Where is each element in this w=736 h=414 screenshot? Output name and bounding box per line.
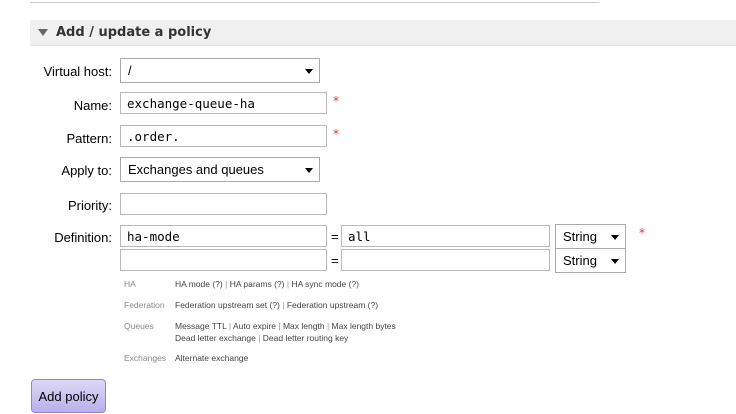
help-link-alternate-exchange[interactable]: Alternate exchange — [175, 353, 248, 363]
help-category-queues: Queues — [124, 321, 154, 331]
help-link-dead-letter-routing-key[interactable]: Dead letter routing key — [263, 333, 349, 343]
separator: | — [282, 300, 285, 310]
help-category-exchanges: Exchanges — [124, 353, 167, 363]
separator: | — [228, 321, 232, 331]
definition-value-input[interactable] — [341, 249, 550, 271]
help-line-queues-1: Message TTL | Auto expire | Max length |… — [175, 321, 396, 331]
help-link-federation-upstream[interactable]: Federation upstream (?) — [287, 300, 378, 310]
vhost-label: Virtual host: — [43, 64, 112, 79]
definition-type-select[interactable]: String — [555, 224, 626, 249]
chevron-down-icon — [611, 259, 619, 264]
section-header-add-policy[interactable]: Add / update a policy — [30, 20, 736, 46]
definition-equals-sign: = — [331, 229, 339, 244]
definition-equals-sign: = — [331, 253, 339, 268]
pattern-required-marker: * — [333, 127, 339, 141]
vhost-select-value: / — [128, 63, 132, 78]
apply-to-label: Apply to: — [61, 163, 112, 178]
priority-input[interactable] — [120, 193, 327, 215]
separator: | — [286, 279, 290, 289]
section-title: Add / update a policy — [56, 25, 212, 40]
definition-type-value: String — [563, 253, 597, 268]
help-category-ha: HA — [124, 279, 136, 289]
separator: | — [278, 321, 281, 331]
definition-required-marker: * — [639, 226, 645, 240]
name-label: Name: — [73, 98, 112, 113]
collapse-triangle-icon[interactable] — [38, 29, 48, 36]
help-link-max-length[interactable]: Max length — [283, 321, 325, 331]
help-link-message-ttl[interactable]: Message TTL — [175, 321, 227, 331]
definition-type-select[interactable]: String — [555, 248, 626, 273]
separator: | — [326, 321, 330, 331]
help-line-queues-2: Dead letter exchange | Dead letter routi… — [175, 333, 348, 343]
definition-type-value: String — [563, 229, 597, 244]
definition-key-input[interactable] — [120, 249, 327, 271]
help-link-ha-sync-mode[interactable]: HA sync mode (?) — [291, 279, 359, 289]
pattern-input[interactable] — [120, 125, 327, 147]
add-policy-button[interactable]: Add policy — [31, 379, 106, 413]
help-line-ha: HA mode (?) | HA params (?) | HA sync mo… — [175, 279, 359, 289]
definition-key-input[interactable] — [120, 225, 327, 247]
help-link-federation-upstream-set[interactable]: Federation upstream set (?) — [175, 300, 280, 310]
chevron-down-icon — [611, 235, 619, 240]
chevron-down-icon — [305, 168, 313, 173]
help-link-max-length-bytes[interactable]: Max length bytes — [332, 321, 396, 331]
name-required-marker: * — [333, 94, 339, 108]
help-line-federation: Federation upstream set (?) | Federation… — [175, 300, 378, 310]
separator: | — [225, 279, 228, 289]
name-input[interactable] — [120, 92, 327, 114]
help-link-dead-letter-exchange[interactable]: Dead letter exchange — [175, 333, 256, 343]
apply-to-select[interactable]: Exchanges and queues — [120, 157, 320, 182]
help-category-federation: Federation — [124, 300, 165, 310]
pattern-label: Pattern: — [66, 131, 112, 146]
top-divider — [30, 0, 599, 3]
help-link-ha-params[interactable]: HA params (?) — [230, 279, 285, 289]
definition-value-input[interactable] — [341, 225, 550, 247]
help-line-exchanges: Alternate exchange — [175, 353, 248, 363]
priority-label: Priority: — [67, 198, 112, 213]
help-link-auto-expire[interactable]: Auto expire — [233, 321, 276, 331]
apply-to-select-value: Exchanges and queues — [128, 162, 264, 177]
separator: | — [258, 333, 261, 343]
chevron-down-icon — [305, 69, 313, 74]
help-link-ha-mode[interactable]: HA mode (?) — [175, 279, 223, 289]
vhost-select[interactable]: / — [120, 58, 320, 83]
definition-label: Definition: — [54, 230, 112, 245]
